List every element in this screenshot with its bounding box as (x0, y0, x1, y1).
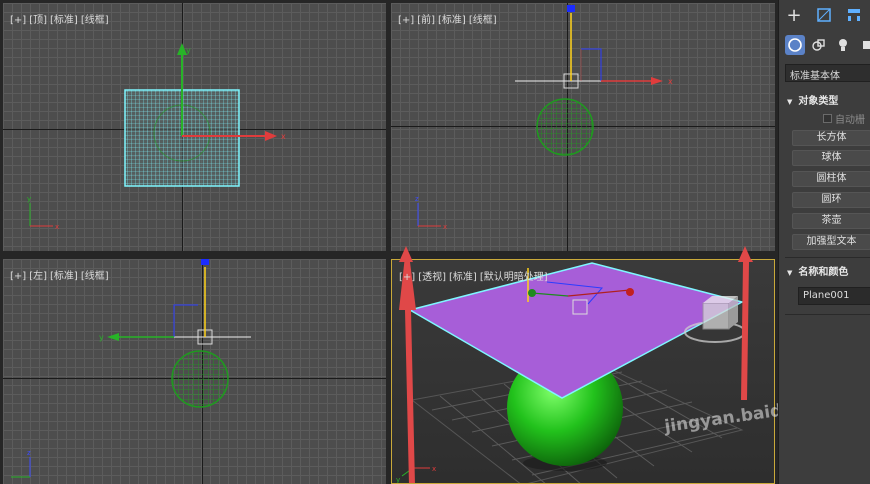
modify-tab-icon[interactable] (809, 0, 839, 30)
rollout-title: 对象类型 (798, 96, 839, 107)
corner-x-letter: x (432, 465, 436, 473)
object-type-rollout-header[interactable]: ▼ 对象类型 (787, 92, 839, 107)
viewport-perspective[interactable]: z x y [+][透视][标准][默认明暗处理] (391, 259, 775, 484)
gizmo-x-letter: x (281, 132, 286, 141)
viewport-left[interactable]: [+] [左] [标准] [线框] y z (3, 259, 386, 484)
hierarchy-tab-icon[interactable] (839, 0, 869, 30)
autogrid-checkbox[interactable] (823, 114, 832, 123)
viewport-menu-standard[interactable]: [标准] (449, 272, 477, 283)
teapot-button[interactable]: 茶壶 (792, 213, 870, 229)
name-color-rollout-header[interactable]: ▼ 名称和颜色 (787, 263, 849, 278)
object-name-input[interactable]: Plane001 (798, 287, 870, 305)
max-app: [+] [顶] [标准] [线框] y x y x [+] [前] [标准] [… (0, 0, 870, 484)
annotation-arrow-right (738, 260, 753, 400)
shapes-category-icon[interactable] (809, 35, 829, 55)
viewport-top[interactable]: [+] [顶] [标准] [线框] y x y x (3, 3, 386, 251)
sphere-button[interactable]: 球体 (792, 150, 870, 166)
left-scene: y z (11, 259, 251, 478)
category-buttons (785, 35, 870, 55)
geometry-category-icon[interactable] (785, 35, 805, 55)
top-scene: y x y x (27, 43, 286, 231)
sphere-left-view (171, 350, 229, 408)
primitive-type-dropdown[interactable]: 标准基本体 (785, 64, 870, 82)
autogrid-checkbox-row[interactable]: 自动栅 (823, 111, 865, 126)
viewport-front[interactable]: [+] [前] [标准] [线框] x z x (391, 3, 775, 251)
corner-y-letter: y (27, 195, 31, 203)
annotation-arrow-head-left (399, 246, 413, 262)
command-panel: + 标准基本体 ▼ 对象类型 自动栅 长方体 球体 圆柱体 圆环 茶壶 加强型文… (778, 0, 870, 484)
gizmo-y-letter: y (99, 333, 104, 342)
text-plus-button[interactable]: 加强型文本 (792, 234, 870, 250)
rollout-divider (785, 257, 870, 258)
viewport-persp-label[interactable]: [+] [透视] [标准] [默认明暗处理] (399, 268, 551, 283)
gizmo-y-letter: y (186, 46, 191, 55)
autogrid-label: 自动栅 (835, 115, 865, 126)
collapse-triangle-icon: ▼ (787, 98, 793, 106)
sphere-front-view (536, 98, 594, 156)
lights-category-icon[interactable] (833, 35, 853, 55)
viewport-menu-shading[interactable]: [默认明暗处理] (480, 272, 548, 283)
corner-x-letter: x (443, 223, 447, 231)
rollout-divider (785, 314, 870, 315)
create-tab-plus-icon[interactable]: + (779, 0, 809, 30)
rollout-title: 名称和颜色 (798, 267, 849, 278)
gizmo-x-letter: x (668, 77, 673, 86)
perspective-scene: z x y (396, 260, 753, 484)
plane-shaded (408, 262, 745, 399)
front-scene: x z x (415, 5, 673, 231)
collapse-triangle-icon: ▼ (787, 269, 793, 277)
box-button[interactable]: 长方体 (792, 130, 870, 146)
cylinder-button[interactable]: 圆柱体 (792, 171, 870, 187)
annotation-arrow-head-right (738, 246, 752, 262)
viewport-menu-view[interactable]: [透视] (418, 272, 446, 283)
cameras-category-icon[interactable] (857, 35, 870, 55)
command-tabs: + (779, 0, 870, 30)
corner-z-letter: z (415, 195, 419, 203)
corner-z-letter: z (27, 449, 31, 457)
corner-y-letter: y (396, 476, 400, 484)
corner-x-letter: x (55, 223, 59, 231)
torus-button[interactable]: 圆环 (792, 192, 870, 208)
annotation-arrow-left (399, 260, 416, 483)
